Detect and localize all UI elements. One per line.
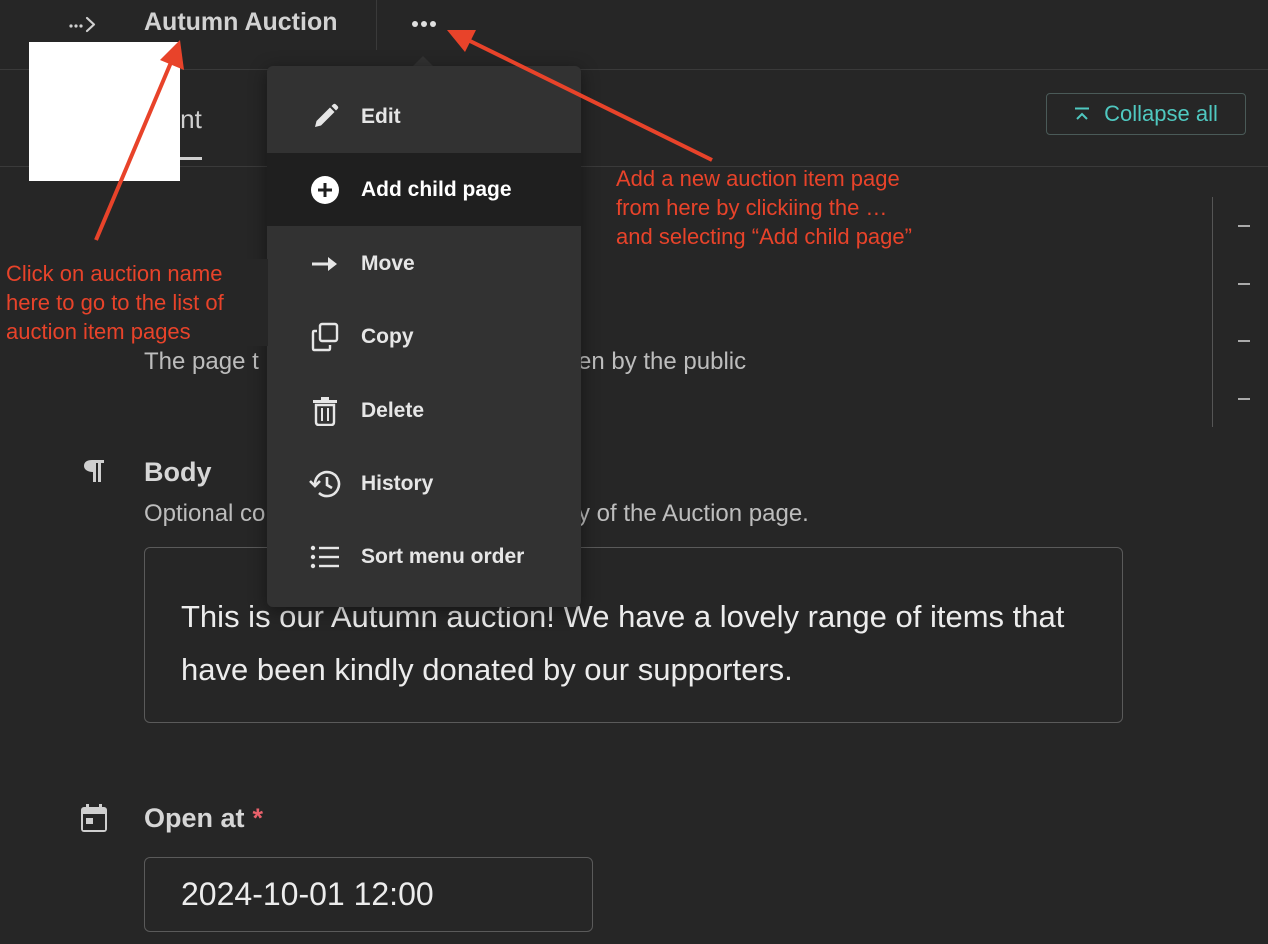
menu-item-delete[interactable]: Delete — [267, 374, 581, 447]
menu-item-edit[interactable]: Edit — [267, 80, 581, 153]
calendar-icon — [80, 803, 108, 838]
pencil-icon — [309, 101, 341, 133]
trash-icon — [309, 395, 341, 427]
menu-item-history[interactable]: History — [267, 447, 581, 520]
minimap-item[interactable] — [1238, 283, 1250, 285]
history-icon — [309, 468, 341, 500]
minimap-item[interactable] — [1238, 340, 1250, 342]
open-at-datetime-input[interactable]: 2024-10-01 12:00 — [144, 857, 593, 932]
page-title[interactable]: Autumn Auction — [144, 8, 337, 37]
field-help-text: en by the public — [578, 348, 747, 375]
annotation-line: and selecting “Add child page” — [616, 224, 912, 249]
minimap-rail — [1212, 197, 1213, 427]
menu-item-copy[interactable]: Copy — [267, 300, 581, 373]
body-help-text: Optional co — [144, 500, 266, 527]
paragraph-icon — [82, 458, 106, 489]
minimap-item[interactable] — [1238, 398, 1250, 400]
divider — [376, 0, 377, 50]
annotation-line: here to go to the list of — [6, 290, 224, 315]
annotation-right: Add a new auction item page from here by… — [616, 164, 912, 251]
annotation-line: Click on auction name — [6, 261, 223, 286]
menu-item-label: Edit — [361, 104, 401, 128]
menu-item-label: History — [361, 471, 434, 495]
body-help-text: y of the Auction page. — [578, 500, 809, 527]
field-help-text: The page t — [144, 348, 259, 375]
breadcrumb-expand-icon[interactable] — [64, 10, 100, 38]
page-actions-menu: Edit Add child page Move Copy Delete His… — [267, 66, 581, 607]
annotation-line: auction item pages — [6, 319, 191, 344]
more-horizontal-icon — [412, 21, 436, 27]
copy-icon — [309, 321, 341, 353]
top-bar: Autumn Auction — [0, 0, 1268, 70]
more-actions-button[interactable] — [404, 8, 444, 40]
redaction-box — [29, 42, 180, 181]
list-icon — [309, 541, 341, 573]
menu-item-label: Sort menu order — [361, 544, 525, 568]
annotation-line: Add a new auction item page — [616, 166, 900, 191]
menu-item-label: Copy — [361, 324, 414, 348]
plus-circle-icon — [309, 174, 341, 206]
collapse-all-label: Collapse all — [1104, 101, 1218, 126]
minimap-item[interactable] — [1238, 225, 1250, 227]
collapse-up-icon — [1075, 107, 1090, 120]
menu-item-label: Move — [361, 251, 415, 275]
annotation-left: Click on auction name here to go to the … — [6, 259, 268, 346]
body-label: Body — [144, 457, 212, 487]
arrow-right-icon — [309, 248, 341, 280]
menu-item-sort-menu-order[interactable]: Sort menu order — [267, 520, 581, 593]
required-marker: * — [252, 803, 264, 833]
menu-item-label: Add child page — [361, 177, 512, 201]
open-at-label-text: Open at — [144, 803, 245, 833]
collapse-all-button[interactable]: Collapse all — [1046, 93, 1246, 135]
annotation-line: from here by clickiing the … — [616, 195, 888, 220]
menu-item-move[interactable]: Move — [267, 227, 581, 300]
open-at-label: Open at * — [144, 803, 263, 834]
menu-item-add-child-page[interactable]: Add child page — [267, 153, 581, 226]
menu-item-label: Delete — [361, 398, 425, 422]
